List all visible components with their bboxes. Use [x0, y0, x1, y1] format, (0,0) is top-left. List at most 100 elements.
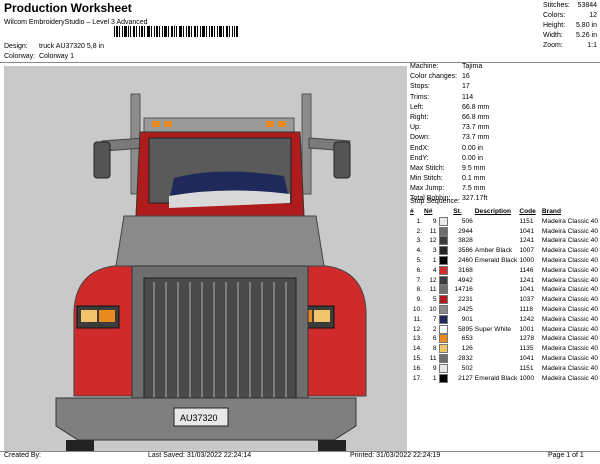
- needle-number: 11: [429, 227, 437, 235]
- thread-code: 1000: [519, 257, 534, 265]
- row-index: 7.: [416, 276, 423, 284]
- color-swatch-box: [438, 334, 448, 344]
- thread-brand: Madeira Classic 40: [541, 306, 598, 314]
- stitch-count: 2127: [458, 374, 473, 382]
- thread-code: 1001: [519, 325, 534, 333]
- row-index: 5.: [416, 257, 423, 265]
- stitch-count: 3168: [458, 266, 473, 274]
- row-index: 6.: [416, 266, 423, 274]
- color-swatch: [438, 256, 454, 266]
- stat-row: Left: 66.8 mm: [410, 103, 490, 111]
- color-swatch: [438, 265, 454, 275]
- stat-row: EndY: 0.00 in: [410, 154, 484, 162]
- table-row: 16. 9 502 1151 Madeira Classic 40: [410, 363, 600, 373]
- color-swatch: [438, 373, 454, 383]
- color-swatch-box: [438, 363, 448, 373]
- thread-code: 1135: [519, 345, 534, 353]
- thread-brand: Madeira Classic 40: [541, 257, 598, 265]
- summary-row: Stitches: 53844: [543, 2, 597, 9]
- table-row: 9. 5 2231 1037 Madeira Classic 40: [410, 295, 600, 305]
- stat-row: Trims: 114: [410, 93, 474, 101]
- thread-description: [475, 285, 520, 295]
- thread-brand: Madeira Classic 40: [541, 374, 598, 382]
- color-swatch: [438, 344, 454, 354]
- truck-embroidery-image: KW KW AU37320: [4, 66, 407, 452]
- stop-sequence-title: Stop Sequence:: [410, 198, 460, 205]
- needle-number: 2: [432, 325, 437, 333]
- stat-row: Max Jump: 7.5 mm: [410, 185, 486, 193]
- row-index: 10.: [412, 306, 422, 314]
- row-index: 4.: [416, 247, 423, 255]
- thread-description: [475, 217, 520, 227]
- thread-code: 1118: [519, 306, 534, 314]
- thread-code: 1041: [519, 227, 534, 235]
- color-swatch: [438, 363, 454, 373]
- stitch-count: 126: [461, 345, 473, 353]
- thread-description: [475, 226, 520, 236]
- thread-brand: Madeira Classic 40: [541, 276, 598, 284]
- stitch-count: 5895: [458, 325, 473, 333]
- stat-row: Min Stitch: 0.1 mm: [410, 175, 486, 183]
- design-label: Design:: [4, 43, 28, 50]
- stat-row: Stops: 17: [410, 83, 470, 91]
- color-swatch-box: [438, 285, 448, 295]
- table-row: 17. 1 2127 Emerald Black 1000 Madeira Classic…: [410, 373, 600, 383]
- machine-stats: Machine: Tajima Color changes: 16 Stops: 17…: [410, 63, 600, 206]
- stat-row: Machine: Tajima: [410, 63, 483, 70]
- needle-number: 1: [432, 374, 437, 382]
- thread-description: Super White: [474, 325, 512, 333]
- thread-description: [475, 334, 520, 344]
- table-row: 1. 9 506 1151 Madeira Classic 40: [410, 216, 600, 227]
- stop-sequence-table: # N# St. Description Code Brand 1. 9 506 11…: [410, 207, 600, 383]
- needle-number: 9: [432, 217, 437, 225]
- stat-row: Up: 73.7 mm: [410, 124, 490, 132]
- summary-row: Height: 5.80 in: [543, 22, 597, 29]
- thread-description: [475, 354, 520, 364]
- color-swatch-box: [438, 305, 448, 315]
- thread-code: 1242: [519, 315, 534, 323]
- thread-description: [475, 236, 520, 246]
- thread-description: [475, 363, 520, 373]
- table-row: 7. 12 4942 1241 Madeira Classic 40: [410, 275, 600, 285]
- row-index: 15.: [412, 355, 422, 363]
- thread-brand: Madeira Classic 40: [541, 296, 598, 304]
- thread-brand: Madeira Classic 40: [541, 237, 598, 245]
- stitch-count: 2944: [458, 227, 473, 235]
- footer-divider: [0, 451, 600, 452]
- thread-description: Amber Black: [474, 247, 513, 255]
- needle-number: 4: [432, 266, 437, 274]
- color-swatch: [438, 334, 454, 344]
- color-swatch-box: [438, 265, 448, 275]
- stitch-count: 502: [461, 364, 473, 372]
- needle-number: 6: [432, 335, 437, 343]
- color-swatch: [438, 236, 454, 246]
- thread-description: Emerald Black: [474, 257, 518, 265]
- row-index: 9.: [416, 296, 423, 304]
- thread-code: 1151: [519, 364, 534, 372]
- summary-row: Width: 5.26 in: [543, 32, 597, 39]
- table-row: 13. 6 653 1278 Madeira Classic 40: [410, 334, 600, 344]
- row-index: 13.: [412, 335, 422, 343]
- stitch-count: 506: [461, 217, 473, 225]
- color-swatch-box: [438, 295, 448, 305]
- needle-number: 12: [429, 276, 437, 284]
- design-value: truck AU37320 5,8 in: [39, 43, 104, 50]
- table-row: 3. 12 3828 1241 Madeira Classic 40: [410, 236, 600, 246]
- table-row: 10. 10 2425 1118 Madeira Classic 40: [410, 305, 600, 315]
- thread-brand: Madeira Classic 40: [541, 217, 598, 225]
- color-swatch-box: [438, 256, 448, 266]
- stitch-count: 3828: [458, 237, 473, 245]
- thread-brand: Madeira Classic 40: [541, 345, 598, 353]
- row-index: 2.: [416, 227, 423, 235]
- summary-row: Zoom: 1:1: [543, 42, 597, 49]
- thread-brand: Madeira Classic 40: [541, 355, 598, 363]
- stitch-count: 2425: [458, 306, 473, 314]
- color-swatch-box: [438, 275, 448, 285]
- stitch-count: 2460: [458, 257, 473, 265]
- colorway-label: Colorway:: [4, 53, 36, 60]
- needle-number: 11: [429, 355, 437, 363]
- row-index: 11.: [413, 315, 422, 323]
- table-row: 15. 11 2832 1041 Madeira Classic 40: [410, 354, 600, 364]
- page-title: Production Worksheet: [4, 1, 132, 15]
- stitch-count: 653: [461, 335, 473, 343]
